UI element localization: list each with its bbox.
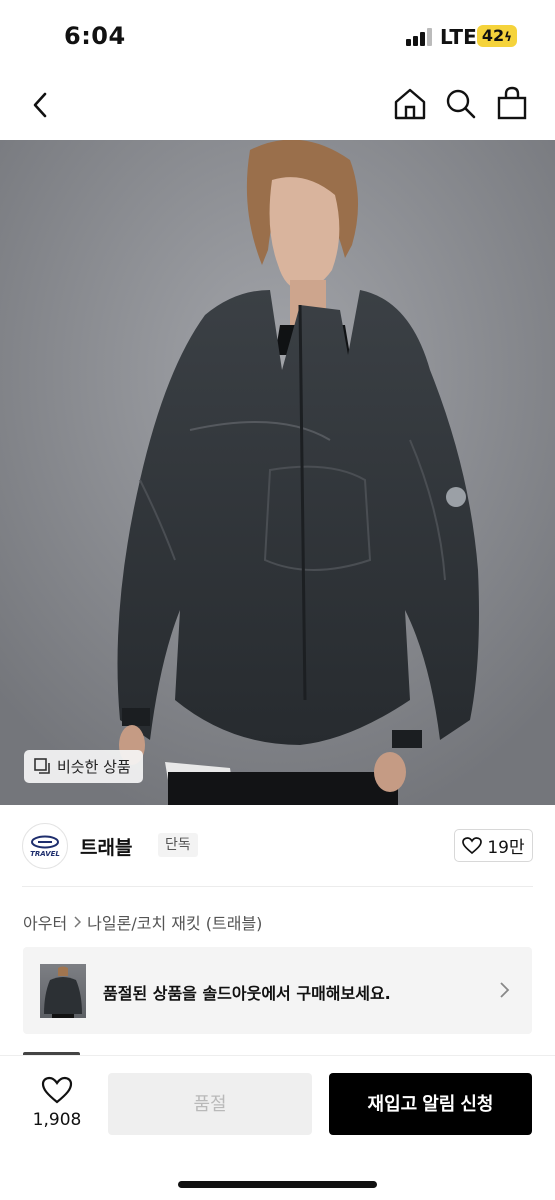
breadcrumb-subcategory[interactable]: 나일론/코치 재킷 (트래블): [87, 910, 262, 934]
soldout-banner[interactable]: 품절된 상품을 솔드아웃에서 구매해보세요.: [23, 947, 532, 1034]
breadcrumb: 아우터 나일론/코치 재킷 (트래블): [23, 910, 262, 934]
chevron-right-icon: [74, 916, 82, 928]
brand-like-button[interactable]: 19만: [454, 829, 533, 862]
heart-icon: [462, 836, 483, 854]
shopping-bag-icon[interactable]: [497, 86, 527, 120]
bottom-action-bar: 1,908 품절 재입고 알림 신청: [0, 1055, 555, 1200]
brand-logo[interactable]: TRAVEL: [22, 823, 68, 869]
exclusive-badge: 단독: [158, 833, 198, 857]
network-type: LTE: [440, 25, 477, 49]
product-image[interactable]: 비슷한 상품: [0, 140, 555, 805]
product-photo-illustration: [0, 140, 555, 805]
brand-row: TRAVEL 트래블 단독 19만: [22, 805, 533, 887]
search-icon[interactable]: [445, 88, 477, 120]
battery-icon: 42ϟ: [477, 25, 517, 47]
nav-bar: [0, 70, 555, 140]
brand-like-count: 19만: [487, 838, 525, 858]
similar-products-button[interactable]: 비슷한 상품: [24, 750, 143, 783]
heart-icon: [41, 1076, 73, 1104]
status-bar: 6:04 LTE 42ϟ: [0, 0, 555, 70]
brand-name[interactable]: 트래블: [80, 833, 132, 860]
breadcrumb-category[interactable]: 아우터: [23, 910, 67, 934]
chevron-right-icon: [500, 982, 510, 998]
battery-level: 42: [481, 26, 505, 45]
brand-logo-icon: [31, 835, 59, 848]
similar-products-label: 비슷한 상품: [57, 758, 131, 776]
chevron-left-icon[interactable]: [30, 90, 50, 120]
product-thumbnail: [40, 964, 86, 1018]
home-indicator: [178, 1181, 377, 1188]
brand-logo-text: TRAVEL: [30, 849, 60, 858]
wishlist-count: 1,908: [32, 1110, 82, 1130]
home-icon[interactable]: [393, 87, 427, 121]
soldout-button: 품절: [108, 1073, 312, 1135]
wishlist-button[interactable]: 1,908: [24, 1076, 90, 1130]
clock: 6:04: [64, 22, 126, 50]
soldout-banner-text: 품절된 상품을 솔드아웃에서 구매해보세요.: [103, 984, 391, 1003]
signal-icon: [406, 28, 434, 46]
copy-icon: [34, 758, 50, 774]
restock-alert-button[interactable]: 재입고 알림 신청: [329, 1073, 532, 1135]
